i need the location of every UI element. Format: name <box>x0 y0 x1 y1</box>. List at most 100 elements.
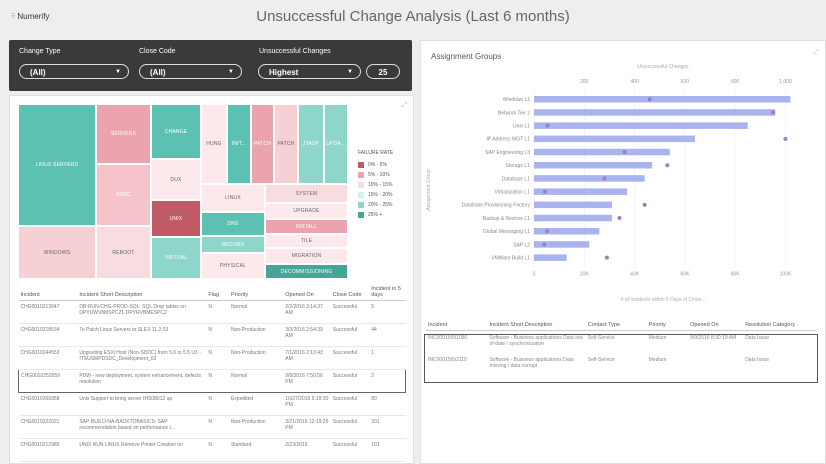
treemap-cell[interactable]: LINUX SERVERS <box>18 104 96 226</box>
treemap-cell[interactable]: SERVERS <box>96 104 151 164</box>
treemap-cell[interactable]: DECOMMISSIONING <box>265 264 348 279</box>
data-point[interactable] <box>545 123 550 128</box>
data-point[interactable] <box>545 229 550 234</box>
data-point[interactable] <box>642 202 647 207</box>
column-header[interactable]: Incident <box>18 284 78 301</box>
treemap-cell[interactable]: SDDC <box>96 164 151 226</box>
table-cell: To Patch Linux Servers to SLES 11.2.03 <box>77 323 207 347</box>
treemap-cell[interactable]: PATCH <box>274 104 298 184</box>
bar[interactable] <box>534 228 600 235</box>
table-row[interactable]: CHG0010213647 DB-RUN-CHG-PROD-SQL: SQL Dr… <box>18 300 406 324</box>
treemap-cell[interactable]: HUNG <box>201 104 227 184</box>
bar[interactable] <box>534 96 791 103</box>
change-type-label: Change Type <box>19 48 61 55</box>
treemap-cell[interactable]: REBOOT <box>96 226 151 279</box>
treemap-cell[interactable]: RECORD <box>201 236 265 253</box>
column-header[interactable]: Opened On <box>283 284 331 301</box>
treemap-cell[interactable]: TILE <box>265 234 348 248</box>
table-row[interactable]: CHG0010212985 UNIX RUN LINUX Remove Print… <box>18 438 406 462</box>
legend-swatch <box>358 172 364 178</box>
treemap-cell[interactable]: INIT... <box>227 104 251 184</box>
treemap-cell[interactable]: UPGRADE <box>265 203 348 219</box>
column-header[interactable]: Resolution Category <box>743 320 816 331</box>
legend-label: 25% + <box>368 212 383 218</box>
data-point[interactable] <box>622 150 627 155</box>
change-type-select[interactable]: (All) ▼ <box>19 64 129 79</box>
data-point[interactable] <box>604 255 609 260</box>
table-row[interactable]: CHG0010244553 Upgrading ESXi Host (Non-SD… <box>18 346 406 370</box>
bar[interactable] <box>534 135 695 143</box>
category-label: Virtualization L1 <box>495 189 531 195</box>
table-row[interactable]: CHG0010218534 To Patch Linux Servers to S… <box>18 323 406 347</box>
treemap-cell[interactable]: INSTALL <box>265 219 348 234</box>
bar[interactable] <box>534 241 590 248</box>
data-point[interactable] <box>647 97 652 102</box>
legend-item: 20% - 25% <box>358 200 393 210</box>
column-header[interactable]: Incident Short Description <box>77 284 207 301</box>
data-point[interactable] <box>783 136 788 141</box>
treemap-cell[interactable]: DUX <box>151 159 201 200</box>
bar[interactable] <box>534 201 612 209</box>
treemap-cell[interactable]: LINUX <box>201 184 265 212</box>
table-cell: 5 <box>369 300 406 324</box>
table-row[interactable]: CHG0010269358 Unix Support to bring serve… <box>18 392 406 416</box>
table-row[interactable]: CHG0010222021 SAP-BUILD-NA-BACKTOBASICS: … <box>18 415 406 439</box>
treemap-cell[interactable]: PHYSICAL <box>201 253 265 279</box>
treemap-cell[interactable]: MIGRATION <box>265 248 348 264</box>
legend-swatch <box>358 202 364 208</box>
x-tick-label: 40K <box>630 272 640 278</box>
treemap-cell[interactable]: CHANGE <box>151 104 201 159</box>
table-cell: N <box>206 323 229 347</box>
table-cell: Non-Production <box>228 346 284 370</box>
table-cell: CHG0010253559 <box>18 369 78 393</box>
bar[interactable] <box>534 148 670 156</box>
table-cell: Successful <box>330 300 370 324</box>
x-axis-label: # of Incidents within 5 Days of Close... <box>621 297 706 303</box>
column-header[interactable]: Incident <box>426 320 488 331</box>
bar[interactable] <box>534 175 645 182</box>
table-row[interactable]: CHG0010253559 PDW - new deployment, syste… <box>18 369 407 393</box>
column-header[interactable]: Contact Type <box>585 320 647 331</box>
column-header[interactable]: Close Code <box>330 284 370 301</box>
legend-label: 15% - 20% <box>368 192 393 198</box>
category-label: Backup & Restore L1 <box>483 216 530 222</box>
table-cell: Successful <box>330 392 370 416</box>
column-header[interactable]: Incident in 5 days <box>369 284 406 301</box>
data-point[interactable] <box>602 176 607 181</box>
treemap-cell[interactable]: SYSTEM <box>265 184 348 203</box>
bar[interactable] <box>534 254 567 261</box>
column-header[interactable]: Opened On <box>688 320 744 331</box>
treemap-cell[interactable]: UPDA... <box>324 104 348 184</box>
unsuccessful-changes-select[interactable]: Highest ▼ <box>258 64 361 79</box>
treemap-cell[interactable]: PATCH <box>251 104 274 184</box>
data-point[interactable] <box>542 242 547 247</box>
bar[interactable] <box>534 188 628 195</box>
top-n-input[interactable]: 25 <box>366 64 400 79</box>
data-point[interactable] <box>617 216 622 221</box>
bar[interactable] <box>534 122 748 129</box>
top-tick-label: 200 <box>580 79 589 85</box>
column-header[interactable]: Flag <box>206 284 229 301</box>
treemap-cell[interactable]: WINDOWS <box>18 226 96 279</box>
close-code-value: (All) <box>150 68 166 77</box>
data-point[interactable] <box>543 189 548 194</box>
column-header[interactable]: Incident Short Description <box>487 320 586 331</box>
chevron-down-icon: ▼ <box>115 69 121 75</box>
bar[interactable] <box>534 214 612 222</box>
category-label: Global Messaging L1 <box>483 229 530 235</box>
category-label: VMWare Build L1 <box>491 255 530 261</box>
change-table: Incident Incident Short Description Flag Pr… <box>18 284 407 462</box>
column-header[interactable]: Priority <box>646 320 689 331</box>
data-point[interactable] <box>770 110 775 115</box>
treemap-cell[interactable]: UNIX <box>151 200 201 237</box>
close-code-select[interactable]: (All) ▼ <box>139 64 242 79</box>
table-cell: SAP-BUILD-NA-BACKTOBASICS: SAP recommend… <box>77 415 207 439</box>
treemap-cell[interactable]: JTASP <box>298 104 324 184</box>
bar[interactable] <box>534 109 776 116</box>
data-point[interactable] <box>665 163 670 168</box>
treemap-cell[interactable]: DNS <box>201 212 265 236</box>
column-header[interactable]: Priority <box>228 284 284 301</box>
bar[interactable] <box>534 162 653 169</box>
expand-icon[interactable]: ⤢ <box>401 102 407 110</box>
treemap-cell[interactable]: VIRTUAL <box>151 237 201 279</box>
